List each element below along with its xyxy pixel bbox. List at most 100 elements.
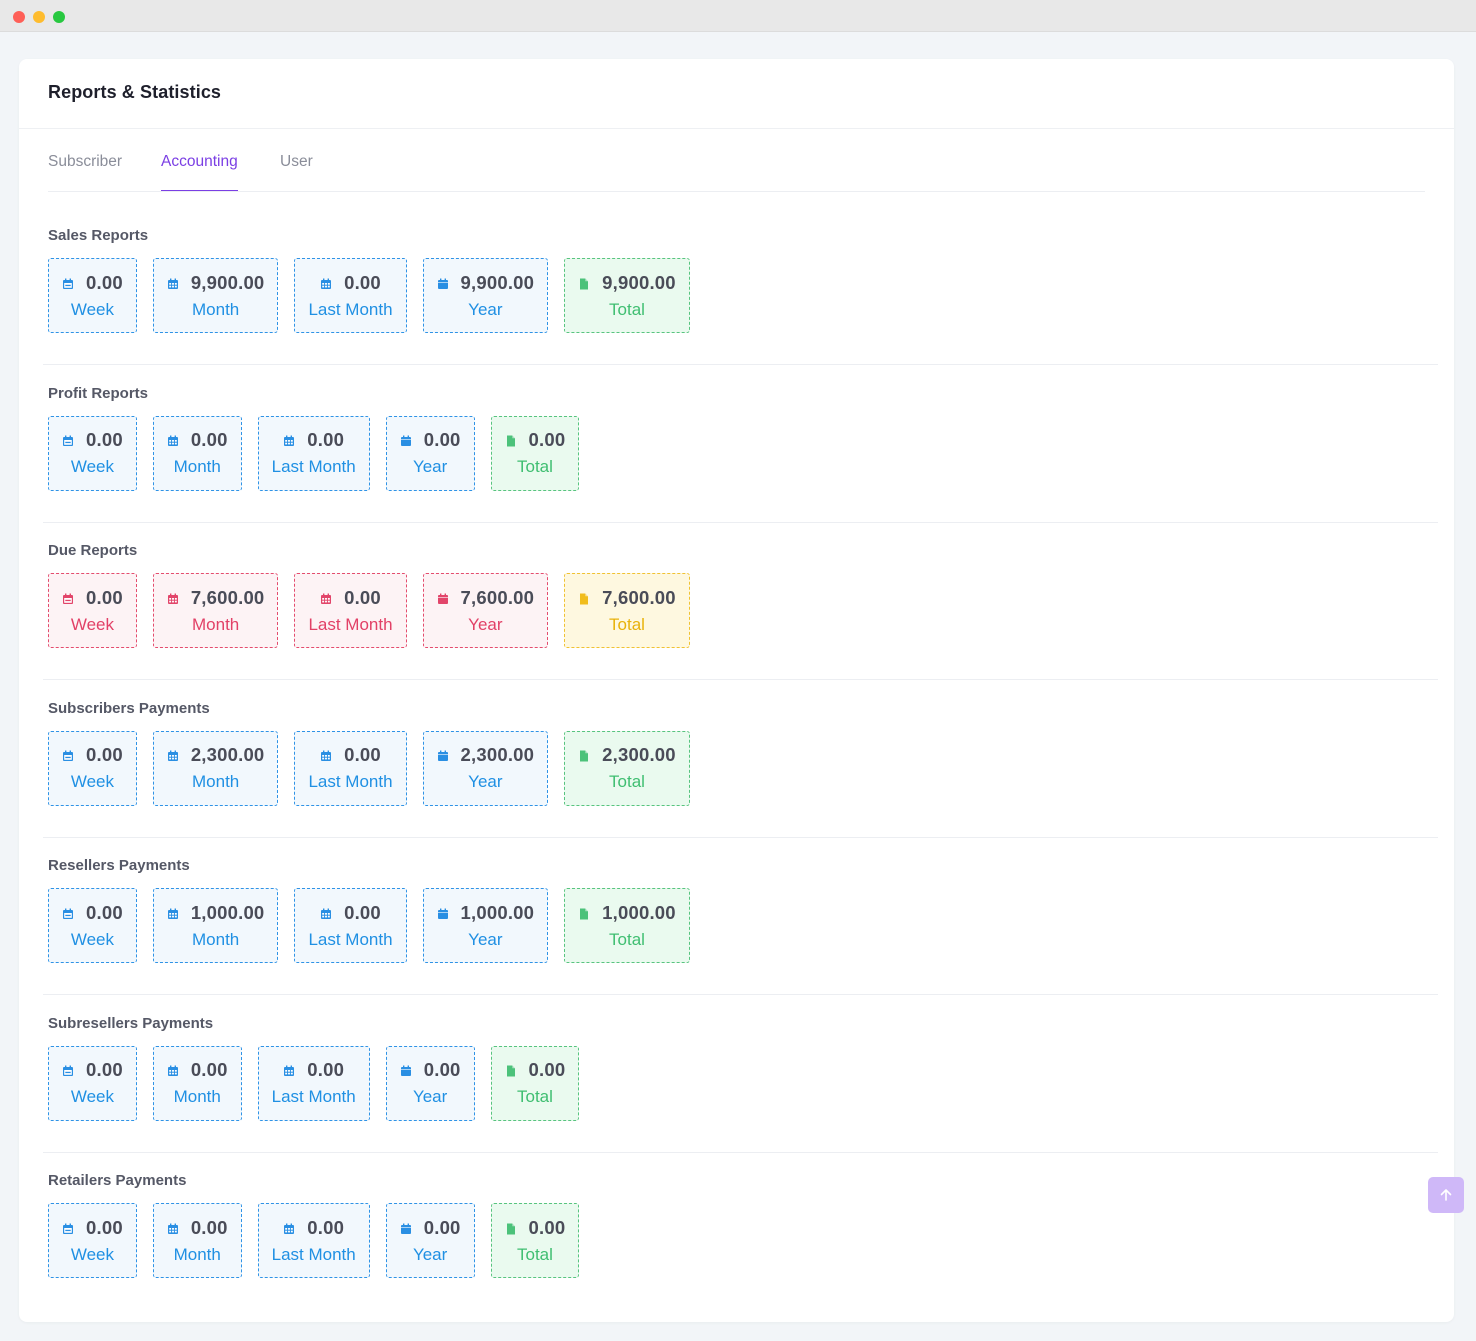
- stat-label: Last Month: [271, 1087, 356, 1106]
- stat-value: 0.00: [528, 1216, 566, 1238]
- stat-box-year[interactable]: 0.00 Year: [385, 415, 475, 491]
- stat-box-total[interactable]: 0.00 Total: [490, 415, 580, 491]
- stat-value-row: 9,900.00: [167, 272, 265, 294]
- stat-box-week[interactable]: 0.00 Week: [48, 730, 137, 806]
- stat-label: Last Month: [308, 772, 393, 791]
- stat-value-row: 0.00: [62, 587, 123, 609]
- stat-value: 9,900.00: [460, 271, 535, 293]
- stat-box-total[interactable]: 1,000.00 Total: [564, 888, 690, 963]
- stat-box-total[interactable]: 7,600.00 Total: [564, 573, 690, 648]
- stat-label: Total: [609, 299, 645, 319]
- calendar-minus-icon: [62, 434, 74, 446]
- report-section: Subresellers Payments 0.00 Week 0.00 Month 0.…: [43, 995, 1438, 1153]
- stat-value-row: 0.00: [62, 429, 123, 451]
- stat-value: 0.00: [344, 901, 381, 923]
- report-section: Profit Reports 0.00 Week 0.00 Month 0.00 Last …: [43, 365, 1438, 523]
- tab-subscriber[interactable]: Subscriber: [48, 153, 122, 190]
- stat-value: 0.00: [344, 586, 381, 608]
- stat-box-last-month[interactable]: 0.00 Last Month: [294, 888, 407, 963]
- stat-box-week[interactable]: 0.00 Week: [48, 888, 137, 963]
- calendar-grid-icon: [283, 1064, 295, 1076]
- section-title: Subresellers Payments: [48, 1014, 214, 1032]
- stat-box-total[interactable]: 9,900.00 Total: [564, 258, 690, 333]
- file-icon: [578, 907, 590, 919]
- stat-box-year[interactable]: 1,000.00 Year: [422, 888, 549, 963]
- stat-label: Week: [70, 457, 114, 476]
- stat-box-week[interactable]: 0.00 Week: [48, 1045, 137, 1121]
- stat-box-year[interactable]: 0.00 Year: [385, 1045, 475, 1121]
- stat-label: Total: [516, 1244, 553, 1264]
- stat-value-row: 1,000.00: [578, 902, 676, 924]
- calendar-minus-icon: [62, 907, 74, 919]
- stat-box-year[interactable]: 0.00 Year: [385, 1203, 475, 1278]
- calendar-icon: [437, 749, 449, 761]
- stat-label: Total: [516, 457, 553, 476]
- file-icon: [578, 592, 590, 604]
- stat-value: 0.00: [86, 1059, 123, 1080]
- stat-label: Total: [516, 1087, 553, 1106]
- stat-box-week[interactable]: 0.00 Week: [48, 415, 137, 491]
- stat-value: 1,000.00: [602, 901, 676, 923]
- stat-box-month[interactable]: 1,000.00 Month: [152, 888, 279, 963]
- stat-box-last-month[interactable]: 0.00 Last Month: [294, 573, 407, 648]
- stat-value: 0.00: [86, 586, 123, 608]
- tab-user[interactable]: User: [280, 153, 313, 190]
- calendar-grid-icon: [320, 749, 332, 761]
- window-maximize-button[interactable]: [53, 11, 65, 23]
- stat-box-last-month[interactable]: 0.00 Last Month: [257, 1045, 370, 1121]
- stat-label: Week: [70, 614, 114, 634]
- stat-label: Month: [173, 457, 221, 476]
- stat-box-month[interactable]: 0.00 Month: [152, 415, 242, 491]
- stat-box-month[interactable]: 2,300.00 Month: [152, 730, 279, 806]
- calendar-minus-icon: [62, 592, 74, 604]
- stat-box-week[interactable]: 0.00 Week: [48, 258, 137, 333]
- window-close-button[interactable]: [13, 11, 25, 23]
- page-title: Reports & Statistics: [48, 82, 222, 102]
- stat-value: 1,000.00: [460, 901, 535, 923]
- stat-box-last-month[interactable]: 0.00 Last Month: [294, 730, 407, 806]
- stat-value-row: 0.00: [320, 587, 381, 609]
- stat-value: 2,300.00: [460, 744, 535, 765]
- report-section: Sales Reports 0.00 Week 9,900.00 Month 0.00 La…: [43, 207, 1438, 365]
- stat-value: 7,600.00: [602, 586, 676, 608]
- stat-box-total[interactable]: 2,300.00 Total: [564, 730, 690, 806]
- stat-box-last-month[interactable]: 0.00 Last Month: [257, 1203, 370, 1278]
- stat-box-year[interactable]: 7,600.00 Year: [422, 573, 549, 648]
- stat-label: Month: [192, 614, 240, 634]
- stat-box-total[interactable]: 0.00 Total: [490, 1203, 580, 1278]
- stat-label: Month: [192, 929, 240, 949]
- stat-box-last-month[interactable]: 0.00 Last Month: [257, 415, 370, 491]
- stat-box-total[interactable]: 0.00 Total: [490, 1045, 580, 1121]
- report-section: Subscribers Payments 0.00 Week 2,300.00 Mont…: [43, 680, 1438, 838]
- stat-value-row: 0.00: [320, 902, 381, 924]
- stat-box-month[interactable]: 7,600.00 Month: [152, 573, 279, 648]
- stat-value-row: 0.00: [400, 1059, 461, 1081]
- stat-value-row: 2,300.00: [578, 744, 676, 766]
- stat-box-row: 0.00 Week 7,600.00 Month 0.00 Last Month 7,600…: [48, 573, 690, 648]
- stat-value: 0.00: [86, 744, 123, 765]
- tab-accounting[interactable]: Accounting: [161, 153, 238, 191]
- calendar-icon: [437, 277, 449, 289]
- stat-box-month[interactable]: 9,900.00 Month: [152, 258, 279, 333]
- stat-value-row: 0.00: [62, 1217, 123, 1239]
- stat-label: Last Month: [308, 614, 393, 634]
- stat-box-week[interactable]: 0.00 Week: [48, 573, 137, 648]
- window-minimize-button[interactable]: [33, 11, 45, 23]
- tab-bar: Subscriber Accounting User: [48, 129, 1425, 192]
- stat-box-month[interactable]: 0.00 Month: [152, 1045, 242, 1121]
- stat-box-last-month[interactable]: 0.00 Last Month: [294, 258, 407, 333]
- stat-value: 0.00: [307, 1216, 345, 1238]
- stat-box-row: 0.00 Week 1,000.00 Month 0.00 Last Month 1,000…: [48, 888, 690, 963]
- calendar-minus-icon: [62, 1222, 74, 1234]
- stat-label: Month: [173, 1087, 221, 1106]
- calendar-minus-icon: [62, 277, 74, 289]
- stat-box-month[interactable]: 0.00 Month: [152, 1203, 242, 1278]
- scroll-to-top-button[interactable]: [1428, 1177, 1464, 1213]
- stat-value: 0.00: [423, 1216, 461, 1238]
- stat-label: Week: [70, 1244, 114, 1264]
- calendar-grid-icon: [320, 907, 332, 919]
- stat-value-row: 0.00: [283, 1059, 344, 1081]
- stat-box-week[interactable]: 0.00 Week: [48, 1203, 137, 1278]
- stat-box-year[interactable]: 2,300.00 Year: [422, 730, 549, 806]
- stat-box-year[interactable]: 9,900.00 Year: [422, 258, 549, 333]
